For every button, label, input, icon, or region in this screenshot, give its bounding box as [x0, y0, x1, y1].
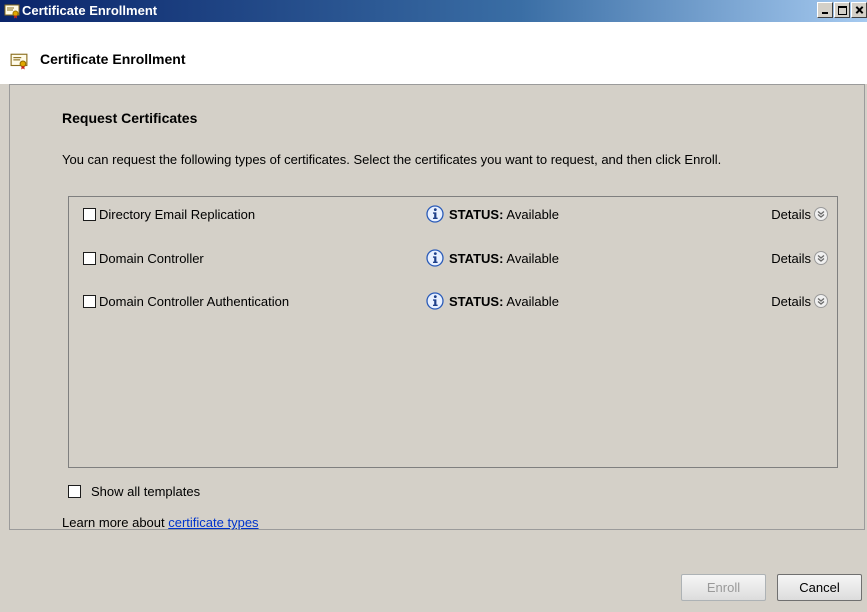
info-icon: [425, 248, 445, 268]
instructions-text: You can request the following types of c…: [62, 152, 722, 167]
wizard-header: Certificate Enrollment: [0, 22, 867, 84]
header-title: Certificate Enrollment: [40, 51, 186, 67]
enroll-button[interactable]: Enroll: [681, 574, 766, 601]
list-item: Domain Controller Authentication STATUS:…: [69, 290, 837, 314]
status-label: STATUS:: [449, 206, 504, 222]
list-item: Domain Controller STATUS: Available Deta…: [69, 247, 837, 271]
status-label: STATUS:: [449, 250, 504, 266]
certificate-checkbox[interactable]: [83, 208, 96, 221]
learn-more-prefix: Learn more about: [62, 515, 169, 530]
certificate-name: Directory Email Replication: [99, 207, 256, 222]
list-item: Directory Email Replication STATUS: Avai…: [69, 203, 837, 227]
section-title: Request Certificates: [62, 110, 198, 126]
status: STATUS: Available: [425, 204, 559, 224]
cancel-button[interactable]: Cancel: [777, 574, 862, 601]
details-button[interactable]: Details: [771, 250, 829, 266]
minimize-button[interactable]: [817, 2, 833, 18]
info-icon: [425, 291, 445, 311]
expand-chevron-icon: [813, 250, 829, 266]
status-value: Available: [506, 250, 559, 266]
status: STATUS: Available: [425, 248, 559, 268]
status-value: Available: [506, 293, 559, 309]
details-button[interactable]: Details: [771, 293, 829, 309]
learn-more-text: Learn more about certificate types: [62, 515, 259, 530]
certificate-types-link[interactable]: certificate types: [168, 515, 258, 530]
close-button[interactable]: [851, 2, 867, 18]
certificate-name: Domain Controller Authentication: [99, 294, 290, 309]
maximize-button[interactable]: [834, 2, 850, 18]
window-title: Certificate Enrollment: [22, 3, 158, 18]
details-label: Details: [771, 250, 811, 266]
details-label: Details: [771, 293, 811, 309]
info-icon: [425, 204, 445, 224]
window-controls: [816, 2, 867, 18]
status-label: STATUS:: [449, 293, 504, 309]
status-value: Available: [506, 206, 559, 222]
details-label: Details: [771, 206, 811, 222]
show-all-templates-label: Show all templates: [91, 484, 201, 499]
expand-chevron-icon: [813, 293, 829, 309]
certificate-name: Domain Controller: [99, 251, 204, 266]
certificate-checkbox[interactable]: [83, 295, 96, 308]
certificate-checkbox[interactable]: [83, 252, 96, 265]
certificate-icon: [4, 3, 20, 22]
certificate-list: Directory Email Replication STATUS: Avai…: [68, 196, 838, 468]
show-all-templates-checkbox[interactable]: [68, 485, 81, 498]
expand-chevron-icon: [813, 206, 829, 222]
status: STATUS: Available: [425, 291, 559, 311]
show-all-templates-option[interactable]: Show all templates: [68, 484, 200, 499]
title-bar[interactable]: Certificate Enrollment: [0, 0, 867, 22]
certificate-icon: [10, 52, 28, 73]
details-button[interactable]: Details: [771, 206, 829, 222]
